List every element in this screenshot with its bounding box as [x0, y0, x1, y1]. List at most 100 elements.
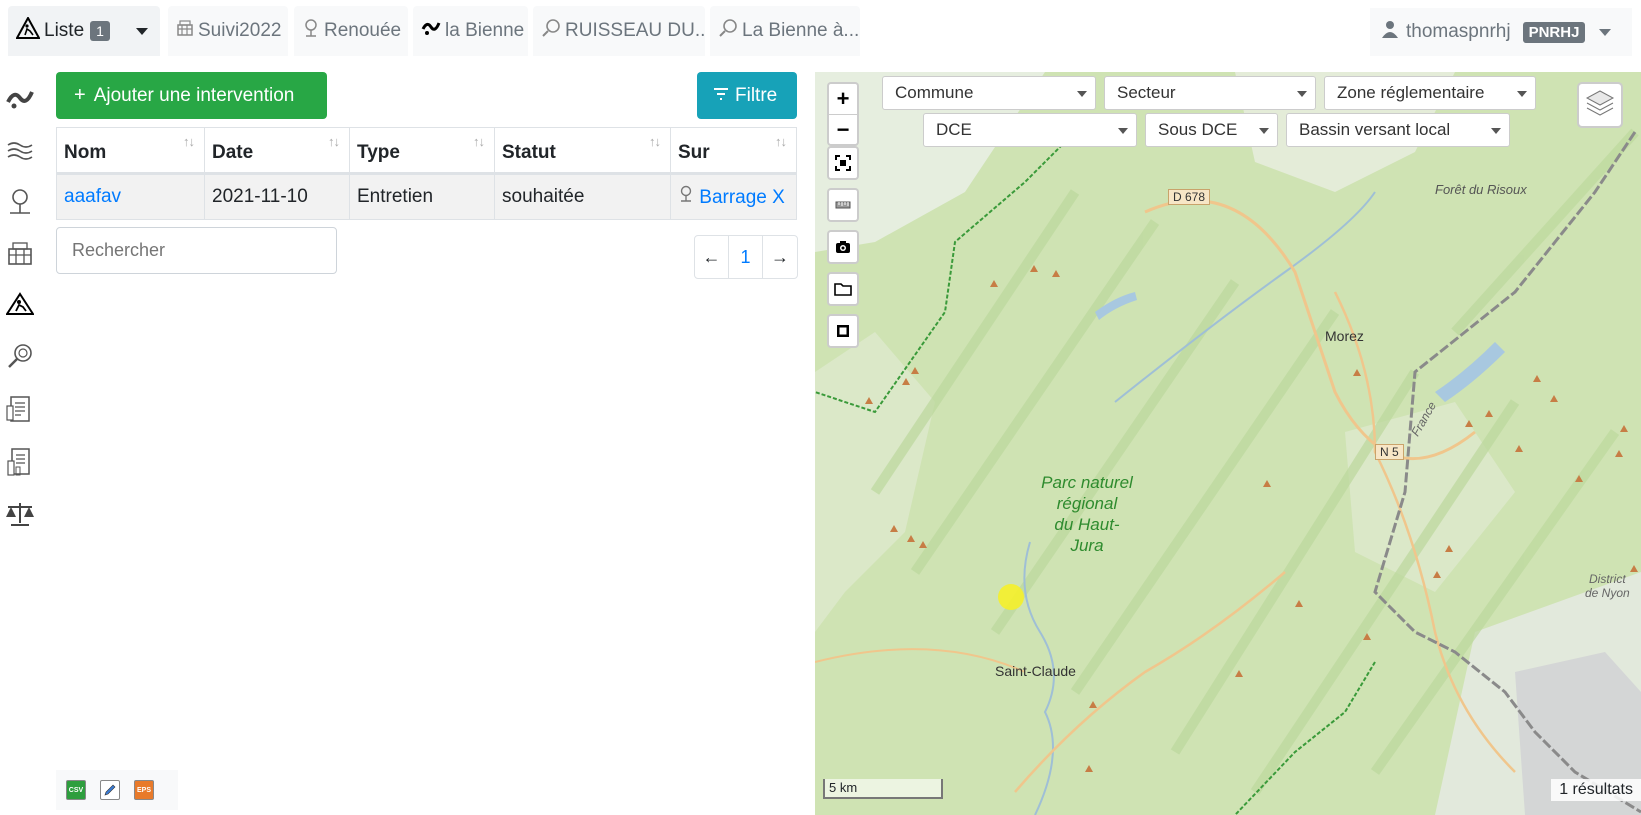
sous-dce-select[interactable]: Sous DCE	[1145, 113, 1278, 147]
user-name: thomaspnrhj	[1406, 21, 1511, 42]
tab-renouee[interactable]: Renouée	[294, 6, 408, 56]
column-label: Sur	[678, 142, 710, 163]
search-map-icon	[541, 18, 565, 44]
sidebar-item-document[interactable]	[4, 447, 36, 482]
chevron-down-icon[interactable]	[1599, 28, 1612, 36]
search-input[interactable]	[56, 227, 337, 274]
intervention-link[interactable]: aaafav	[64, 186, 121, 207]
user-menu[interactable]: thomaspnrhj PNRHJ	[1370, 8, 1632, 56]
sidebar-item-waves[interactable]	[4, 137, 36, 169]
fullscreen-icon	[829, 148, 857, 178]
map[interactable]: + − Commune Secteur Zone réglementaire D…	[815, 72, 1641, 815]
bassin-versant-select[interactable]: Bassin versant local	[1286, 113, 1510, 147]
tab-label: Renouée	[324, 20, 402, 41]
select-value: Secteur	[1117, 83, 1176, 102]
export-toolbar: CSV EPS	[56, 770, 178, 810]
plant-icon	[678, 185, 694, 208]
dam-icon	[176, 19, 198, 43]
sort-icon: ↑↓	[775, 134, 787, 149]
label-text: Forêt du Risoux	[1435, 182, 1527, 197]
sidebar-item-plant[interactable]	[4, 188, 36, 220]
report-icon	[6, 394, 34, 429]
chevron-down-icon[interactable]	[135, 27, 148, 35]
sort-icon: ↑↓	[328, 134, 340, 149]
page-1-button[interactable]: 1	[729, 236, 763, 278]
column-header-date[interactable]: Date ↑↓	[204, 127, 350, 175]
tab-label: la Bienne	[445, 20, 525, 41]
intervention-icon	[5, 291, 35, 321]
map-marker	[998, 584, 1024, 610]
chevron-down-icon	[1491, 128, 1501, 134]
intervention-icon	[15, 15, 44, 45]
zoom-out-button[interactable]: −	[829, 114, 857, 144]
filter-button[interactable]: Filtre	[697, 72, 797, 119]
label-text: régional	[1056, 494, 1118, 513]
tab-label: La Bienne à...	[742, 20, 860, 41]
screenshot-control[interactable]	[827, 230, 859, 264]
plus-icon: +	[74, 84, 86, 106]
sidebar-item-intervention[interactable]	[4, 290, 36, 322]
filter-label: Filtre	[735, 84, 778, 106]
chevron-down-icon	[1118, 128, 1128, 134]
cell-date: 2021-11-10	[204, 173, 350, 220]
draw-rectangle-control[interactable]	[827, 314, 859, 348]
select-value: Commune	[895, 83, 974, 102]
label-text: Parc naturel	[1041, 473, 1133, 492]
column-header-statut[interactable]: Statut ↑↓	[494, 127, 671, 175]
column-header-type[interactable]: Type ↑↓	[349, 127, 495, 175]
measure-control[interactable]	[827, 188, 859, 222]
tab-liste[interactable]: Liste 1	[8, 6, 160, 56]
eps-export-icon[interactable]: EPS	[134, 780, 154, 800]
fullscreen-control[interactable]	[827, 146, 859, 180]
folder-icon	[829, 274, 857, 304]
target-link[interactable]: Barrage X	[699, 187, 785, 208]
sidebar-item-report[interactable]	[4, 395, 36, 427]
chevron-down-icon	[1077, 91, 1087, 97]
label-text: de Nyon	[1585, 586, 1630, 600]
select-value: Zone réglementaire	[1337, 83, 1485, 102]
csv-export-icon[interactable]: CSV	[66, 780, 86, 800]
column-header-nom[interactable]: Nom ↑↓	[56, 127, 205, 175]
tab-label: Liste	[44, 20, 85, 41]
edit-icon[interactable]	[100, 780, 120, 800]
label-foret-risoux: Forêt du Risoux	[1435, 182, 1527, 198]
tab-count-badge: 1	[90, 21, 110, 41]
commune-select[interactable]: Commune	[882, 76, 1096, 110]
add-intervention-button[interactable]: + Ajouter une intervention	[56, 72, 327, 119]
open-file-control[interactable]	[827, 272, 859, 306]
dce-select[interactable]: DCE	[923, 113, 1137, 147]
table-row[interactable]: aaafav 2021-11-10 Entretien souhaitée Ba…	[56, 173, 797, 220]
cell-type: Entretien	[349, 173, 495, 220]
zoom-in-button[interactable]: +	[829, 84, 857, 114]
layers-button[interactable]	[1577, 82, 1623, 128]
tab-la-bienne[interactable]: la Bienne	[413, 6, 528, 56]
river-icon	[6, 86, 34, 115]
cell-nom[interactable]: aaafav	[56, 173, 205, 220]
tab-ruisseau[interactable]: RUISSEAU DU...	[533, 6, 705, 56]
sidebar-item-balance[interactable]	[4, 500, 36, 532]
next-page-button[interactable]: →	[763, 236, 797, 278]
waves-icon	[6, 139, 34, 168]
tab-suivi2022[interactable]: Suivi2022	[168, 6, 288, 56]
balance-icon	[5, 501, 35, 532]
document-icon	[6, 447, 34, 482]
label-district-nyon: District de Nyon	[1585, 572, 1630, 600]
sidebar-item-prospection[interactable]	[4, 342, 36, 374]
prev-page-button[interactable]: ←	[695, 236, 729, 278]
label-text: du Haut-	[1054, 515, 1120, 534]
tab-label: Suivi2022	[198, 20, 282, 41]
sidebar-item-dam[interactable]	[4, 240, 36, 272]
label-morez: Morez	[1325, 328, 1364, 344]
user-icon	[1382, 20, 1398, 44]
tab-la-bienne-a[interactable]: La Bienne à...	[710, 6, 860, 56]
secteur-select[interactable]: Secteur	[1104, 76, 1316, 110]
select-value: Sous DCE	[1158, 120, 1238, 139]
column-label: Nom	[64, 142, 107, 163]
sidebar-item-river[interactable]	[4, 84, 36, 116]
column-header-sur[interactable]: Sur ↑↓	[670, 127, 797, 175]
zone-reglementaire-select[interactable]: Zone réglementaire	[1324, 76, 1536, 110]
add-intervention-label: Ajouter une intervention	[93, 84, 295, 106]
select-value: Bassin versant local	[1299, 120, 1451, 139]
chevron-down-icon	[1297, 91, 1307, 97]
cell-statut: souhaitée	[494, 173, 671, 220]
